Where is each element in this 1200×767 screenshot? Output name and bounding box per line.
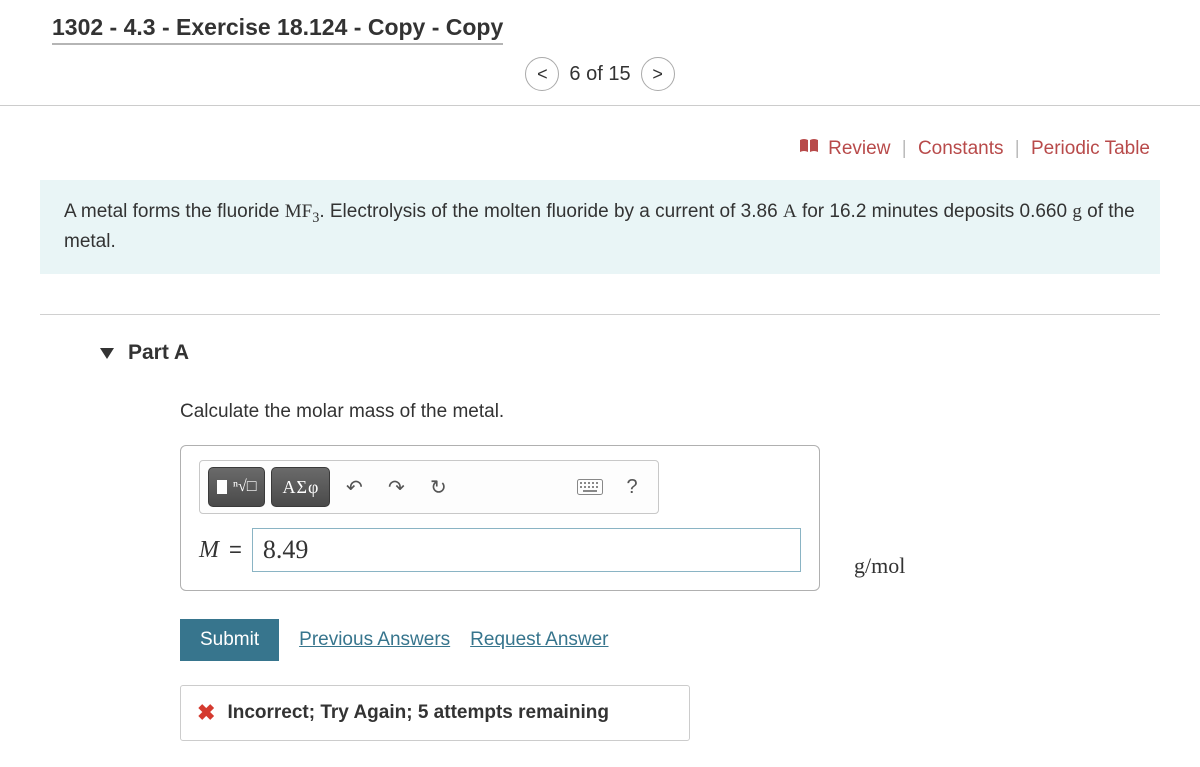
page-title: 1302 - 4.3 - Exercise 18.124 - Copy - Co… bbox=[52, 14, 503, 45]
pager-text: 6 of 15 bbox=[569, 63, 630, 86]
variable-label: M bbox=[199, 537, 219, 564]
greek-button[interactable]: ΑΣφ bbox=[271, 467, 330, 507]
pager-prev-button[interactable]: < bbox=[525, 57, 559, 91]
answer-input[interactable] bbox=[252, 528, 801, 572]
reset-button[interactable]: ↻ bbox=[420, 467, 456, 507]
request-answer-link[interactable]: Request Answer bbox=[470, 629, 608, 651]
pager-next-button[interactable]: > bbox=[641, 57, 675, 91]
periodic-table-link[interactable]: Periodic Table bbox=[1031, 138, 1150, 159]
equals-sign: = bbox=[229, 537, 242, 563]
top-links: Review | Constants | Periodic Table bbox=[40, 138, 1150, 160]
part-a-header[interactable]: Part A bbox=[40, 341, 1160, 365]
help-button[interactable]: ? bbox=[614, 467, 650, 507]
incorrect-icon: ✖ bbox=[197, 700, 215, 726]
review-link[interactable]: Review bbox=[828, 138, 890, 159]
unit-label: g/mol bbox=[854, 553, 905, 578]
feedback-text: Incorrect; Try Again; 5 attempts remaini… bbox=[227, 702, 609, 724]
header-divider bbox=[0, 105, 1200, 106]
answer-box: ⁿ√□ ΑΣφ ↶ ↷ ↻ ? M = bbox=[180, 445, 820, 591]
previous-answers-link[interactable]: Previous Answers bbox=[299, 629, 450, 651]
section-divider bbox=[40, 314, 1160, 315]
templates-button[interactable]: ⁿ√□ bbox=[208, 467, 265, 507]
part-instruction: Calculate the molar mass of the metal. bbox=[180, 401, 1160, 423]
part-a-title: Part A bbox=[128, 341, 189, 365]
undo-button[interactable]: ↶ bbox=[336, 467, 372, 507]
problem-statement: A metal forms the fluoride MF3. Electrol… bbox=[40, 180, 1160, 274]
redo-button[interactable]: ↷ bbox=[378, 467, 414, 507]
equation-toolbar: ⁿ√□ ΑΣφ ↶ ↷ ↻ ? bbox=[199, 460, 659, 514]
submit-button[interactable]: Submit bbox=[180, 619, 279, 661]
keyboard-button[interactable] bbox=[572, 467, 608, 507]
feedback-box: ✖ Incorrect; Try Again; 5 attempts remai… bbox=[180, 685, 690, 741]
book-icon bbox=[799, 138, 819, 160]
constants-link[interactable]: Constants bbox=[918, 138, 1004, 159]
pager: < 6 of 15 > bbox=[0, 57, 1200, 91]
caret-down-icon bbox=[100, 348, 114, 359]
